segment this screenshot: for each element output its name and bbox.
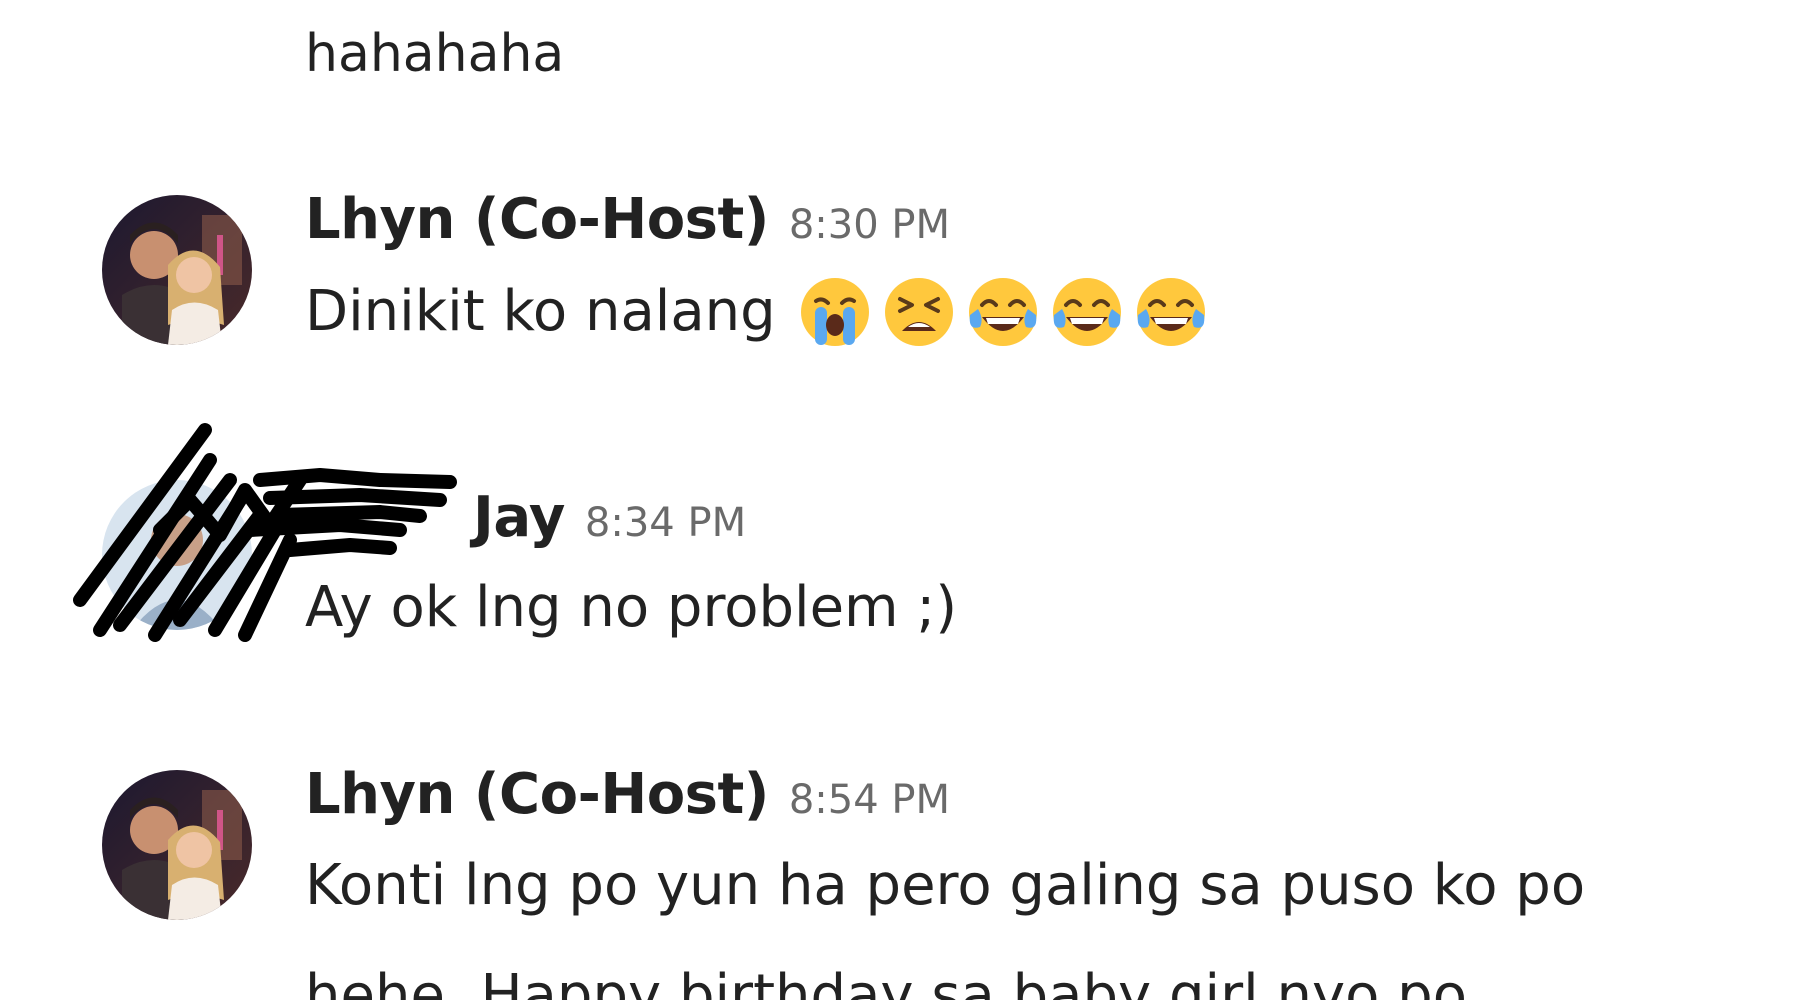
message-item: Jay 8:34 PM Ay ok lng no problem ;) [0, 480, 1800, 680]
avatar[interactable] [102, 480, 252, 630]
message-text: Dinikit ko nalang [305, 279, 776, 344]
face-with-tears-of-joy-icon [966, 275, 1040, 349]
message-body: Konti lng po yun ha pero galing sa puso … [305, 850, 1607, 922]
face-with-tears-of-joy-icon [1050, 275, 1124, 349]
message-header: Lhyn (Co-Host) 8:30 PM [305, 187, 950, 252]
message-item: Lhyn (Co-Host) 8:30 PM Dinikit ko nalang [0, 187, 1800, 395]
loudly-crying-face-icon [798, 275, 872, 349]
message-text: Konti lng po yun ha pero galing sa puso … [305, 853, 1586, 918]
message-time: 8:54 PM [788, 777, 951, 823]
message-body: Dinikit ko nalang [305, 275, 1208, 349]
sender-name[interactable]: Lhyn (Co-Host) [305, 762, 769, 827]
message-continuation-text: hahahaha [305, 24, 565, 84]
message-body: Ay ok lng no problem ;) [305, 572, 979, 644]
sender-name[interactable]: Jay [473, 485, 565, 550]
message-header: Jay 8:34 PM [305, 485, 746, 550]
face-with-tears-of-joy-icon [1134, 275, 1208, 349]
message-time: 8:30 PM [788, 202, 951, 248]
message-text-cut-off: hehe. Happy birthday sa baby girl nyo po [305, 963, 1467, 1000]
emoji-row [798, 275, 1208, 349]
avatar[interactable] [102, 770, 252, 920]
message-thread: hahahaha Lhyn (Co-Host) 8:30 PM Dinikit … [0, 0, 1800, 1000]
avatar[interactable] [102, 195, 252, 345]
sender-name[interactable]: Lhyn (Co-Host) [305, 187, 769, 252]
tired-face-icon [882, 275, 956, 349]
message-time: 8:34 PM [584, 500, 747, 546]
message-header: Lhyn (Co-Host) 8:54 PM [305, 762, 950, 827]
message-text: Ay ok lng no problem ;) [305, 575, 958, 640]
